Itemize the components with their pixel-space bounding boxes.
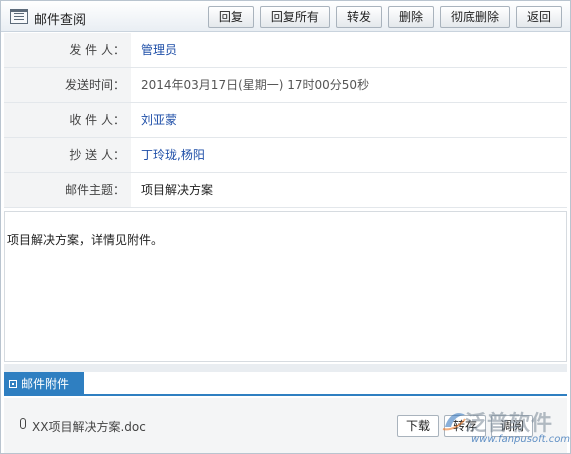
mail-body: 项目解决方案，详情见附件。 (4, 211, 567, 362)
delete-permanently-button[interactable]: 彻底删除 (439, 6, 510, 28)
mail-body-text: 项目解决方案，详情见附件。 (7, 233, 164, 247)
sender-value[interactable]: 管理员 (131, 33, 567, 67)
delete-button[interactable]: 删除 (387, 6, 434, 28)
attachments-panel: XX项目解决方案.doc 下载 转存 调阅 (4, 398, 567, 453)
mail-header-fields: 发 件 人： 管理员 发送时间： 2014年03月17日(星期一) 17时00分… (4, 33, 567, 208)
send-time-label: 发送时间： (4, 68, 131, 102)
recipient-row: 收 件 人： 刘亚蒙 (4, 103, 567, 138)
view-button[interactable]: 调阅 (491, 415, 534, 437)
cc-row: 抄 送 人： 丁玲珑,杨阳 (4, 138, 567, 173)
attachment-tab-icon (9, 380, 17, 388)
recipient-label: 收 件 人： (4, 103, 131, 137)
send-time-row: 发送时间： 2014年03月17日(星期一) 17时00分50秒 (4, 68, 567, 103)
tab-attachments-label: 邮件附件 (21, 377, 70, 391)
subject-value: 项目解决方案 (141, 183, 214, 197)
attachment-actions: 下载 转存 调阅 (397, 415, 534, 437)
window-title: 邮件查阅 (34, 13, 87, 28)
divider (4, 364, 567, 372)
download-button[interactable]: 下载 (397, 415, 440, 437)
sender-label: 发 件 人： (4, 33, 131, 67)
cc-value[interactable]: 丁玲珑,杨阳 (131, 138, 567, 172)
save-to-button[interactable]: 转存 (444, 415, 487, 437)
subject-row: 邮件主题： 项目解决方案 (4, 173, 567, 208)
forward-button[interactable]: 转发 (335, 6, 382, 28)
title-bar: 邮件查阅 回复 回复所有 转发 删除 彻底删除 返回 (1, 1, 570, 32)
subject-label: 邮件主题： (4, 173, 131, 207)
attachments-header: 邮件附件 (4, 372, 567, 396)
cc-label: 抄 送 人： (4, 138, 131, 172)
sender-row: 发 件 人： 管理员 (4, 33, 567, 68)
mail-list-icon (10, 9, 28, 24)
mail-view-window: 邮件查阅 回复 回复所有 转发 删除 彻底删除 返回 发 件 人： 管理员 发送… (0, 0, 571, 454)
toolbar: 回复 回复所有 转发 删除 彻底删除 返回 (207, 6, 562, 28)
reply-all-button[interactable]: 回复所有 (259, 6, 330, 28)
paperclip-icon (20, 418, 26, 429)
attachment-file-name[interactable]: XX项目解决方案.doc (32, 418, 146, 435)
reply-button[interactable]: 回复 (207, 6, 254, 28)
back-button[interactable]: 返回 (515, 6, 562, 28)
tab-attachments[interactable]: 邮件附件 (4, 372, 84, 396)
send-time-value: 2014年03月17日(星期一) 17时00分50秒 (141, 78, 370, 92)
recipient-value[interactable]: 刘亚蒙 (131, 103, 567, 137)
